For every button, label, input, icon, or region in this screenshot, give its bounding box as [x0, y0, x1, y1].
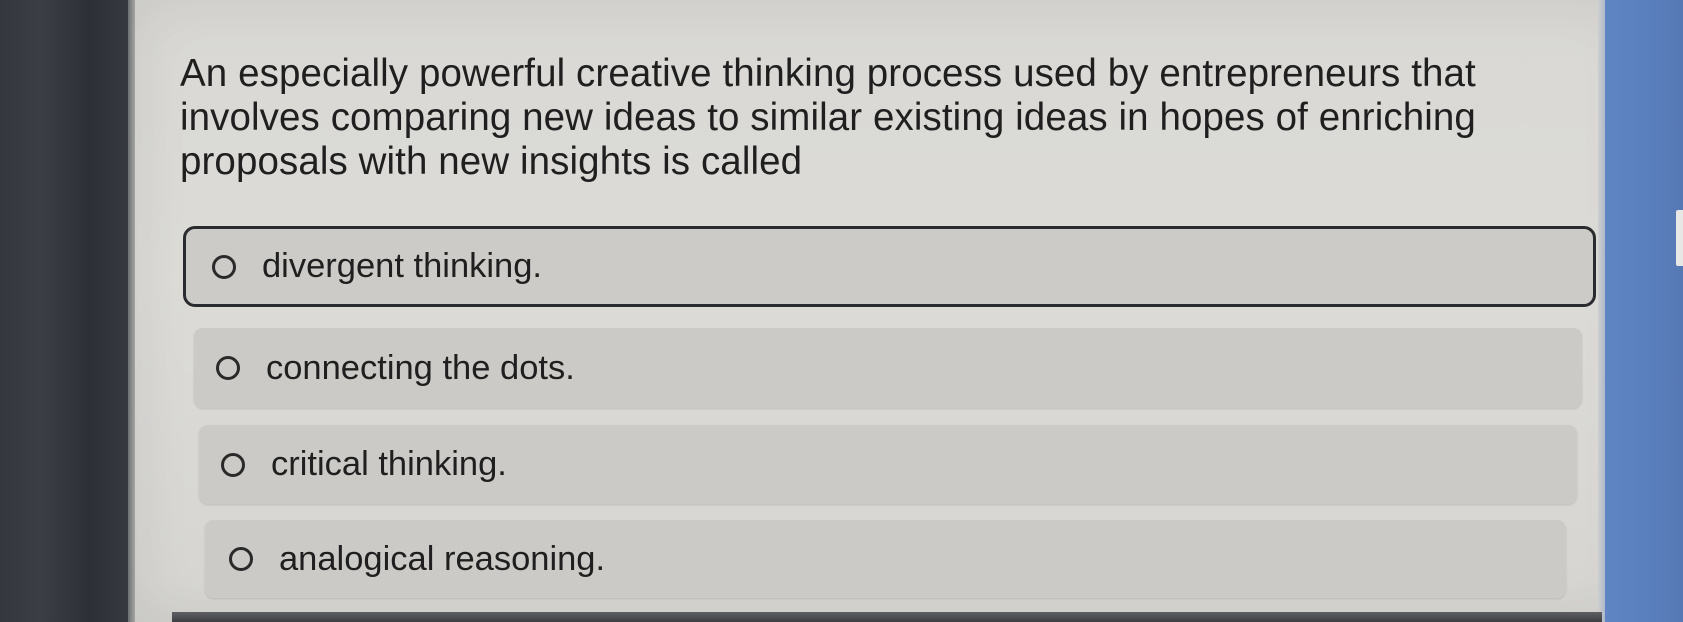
monitor-bezel-bottom: [172, 612, 1602, 622]
question-line: proposals with new insights is called: [180, 140, 803, 183]
option-label: critical thinking.: [271, 445, 507, 483]
photo-frame: An especially powerful creative thinking…: [0, 0, 1683, 622]
answer-option-analogical-reasoning[interactable]: analogical reasoning.: [205, 520, 1566, 598]
question-line: involves comparing new ideas to similar …: [180, 96, 1476, 139]
radio-button-icon[interactable]: [216, 356, 240, 380]
answer-option-critical-thinking[interactable]: critical thinking.: [199, 425, 1577, 504]
option-label: analogical reasoning.: [279, 539, 606, 578]
option-label: divergent thinking.: [262, 247, 543, 285]
side-panel-blue: [1605, 0, 1683, 622]
answer-option-divergent-thinking[interactable]: divergent thinking.: [183, 226, 1596, 307]
radio-button-icon[interactable]: [212, 254, 236, 279]
radio-button-icon[interactable]: [229, 547, 253, 571]
answer-option-connecting-the-dots[interactable]: connecting the dots.: [194, 328, 1582, 408]
scrollbar-thumb[interactable]: [1676, 210, 1683, 266]
question-line: An especially powerful creative thinking…: [180, 52, 1476, 95]
question-text: An especially powerful creative thinking…: [180, 52, 1580, 184]
radio-button-icon[interactable]: [221, 452, 245, 477]
option-label: connecting the dots.: [266, 348, 575, 387]
